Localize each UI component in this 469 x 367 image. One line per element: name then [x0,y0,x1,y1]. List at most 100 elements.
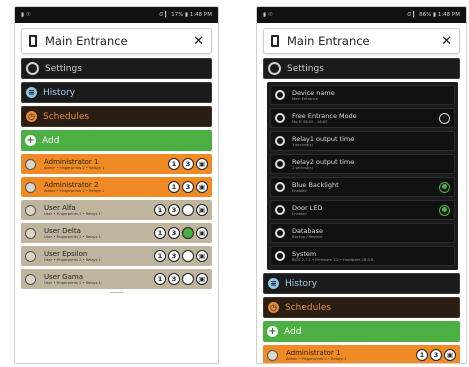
add-label: Add [42,135,60,146]
fingerprint-icon [25,273,36,285]
setting-database[interactable]: Database Backup / Restore [270,223,455,243]
scroll-handle[interactable] [109,292,124,293]
schedule-toggle-icon[interactable] [182,227,194,239]
relay-1-button[interactable]: 1 [154,250,166,262]
door-led-toggle[interactable] [439,204,450,216]
setting-free-entrance-mode[interactable]: Free Entrance Mode Mo-Fr 08:00 - 16:00 [270,108,455,128]
gear-icon [275,182,285,192]
history-icon: ≡ [268,278,279,289]
user-name: User Alfa [44,203,76,212]
history-icon: ≡ [26,87,37,98]
gear-icon [26,62,39,75]
delete-user-icon[interactable]: ▣ [196,181,208,193]
user-name: Administrator 2 [44,180,99,189]
gear-icon [268,62,281,75]
blue-backlight-toggle[interactable] [439,181,450,193]
fingerprint-icon [25,227,36,239]
fingerprint-icon [25,181,36,193]
history-section[interactable]: ≡ History [21,82,212,103]
delete-user-icon[interactable]: ▣ [196,204,208,216]
gear-icon [275,113,285,123]
user-name: User Epsilon [44,249,88,258]
add-label: Add [284,326,302,337]
relay-3-button[interactable]: 3 [168,250,180,262]
clock-icon: ◷ [26,111,37,122]
plus-icon: + [25,135,36,146]
delete-user-icon[interactable]: ▣ [444,349,456,361]
gear-icon [275,205,285,215]
user-row[interactable]: Administrator 1 Admin • Fingerprints 2 • … [21,154,212,174]
settings-label: Settings [287,63,324,74]
relay-1-button[interactable]: 1 [154,204,166,216]
clock-icon: ◷ [268,302,279,313]
close-icon[interactable]: ✕ [441,34,452,49]
user-details: User • Fingerprints 2 • Relays 1 [44,234,101,239]
add-user-button[interactable]: + Add [263,321,460,342]
user-details: User • Fingerprints 2 • Relays 1 [44,280,101,285]
history-section[interactable]: ≡ History [263,273,460,294]
user-row[interactable]: User Alfa User • Fingerprints 2 • Relays … [21,200,212,220]
schedule-toggle-icon[interactable] [182,273,194,285]
user-row[interactable]: User Gama User • Fingerprints 2 • Relays … [21,269,212,289]
relay-1-button[interactable]: 1 [154,227,166,239]
delete-user-icon[interactable]: ▣ [196,250,208,262]
settings-section[interactable]: Settings [263,58,460,79]
setting-relay2-output-time[interactable]: Relay2 output time 1 second(s) [270,154,455,174]
schedules-label: Schedules [43,111,90,122]
setting-value: Enabled [292,188,307,193]
delete-user-icon[interactable]: ▣ [196,227,208,239]
relay-1-button[interactable]: 1 [168,158,180,170]
settings-section[interactable]: Settings [21,58,212,79]
phone-screen-left: ▮ ☉ ⏲ ▎ 17% ▮ 1:48 PM Main Entrance ✕ Se… [14,6,219,364]
user-row[interactable]: User Delta User • Fingerprints 2 • Relays… [21,223,212,243]
schedules-section[interactable]: ◷ Schedules [21,106,212,127]
relay-3-button[interactable]: 3 [168,273,180,285]
schedule-toggle-icon[interactable] [182,250,194,262]
user-row[interactable]: User Epsilon User • Fingerprints 2 • Rela… [21,246,212,266]
page-title: Main Entrance [287,34,370,48]
user-details: Admin • Fingerprints 2 • Relays 1 [44,188,105,193]
free-entrance-toggle[interactable] [439,112,450,124]
setting-label: Database [292,226,324,235]
relay-1-button[interactable]: 1 [416,349,428,361]
user-name: Administrator 1 [44,157,99,166]
status-right: ⏲ ▎ 86% ▮ 1:48 PM [407,12,460,18]
setting-system[interactable]: System BIOS 2.7.1 • Firmware 3.2 • Hardwa… [270,246,455,266]
relay-1-button[interactable]: 1 [154,273,166,285]
status-left: ▮ ☉ [263,12,273,18]
delete-user-icon[interactable]: ▣ [196,158,208,170]
setting-label: Device name [292,88,335,97]
schedules-section[interactable]: ◷ Schedules [263,297,460,318]
setting-label: Blue Backlight [292,180,339,189]
user-details: User • Fingerprints 2 • Relays 1 [44,211,101,216]
status-left: ▮ ☉ [21,12,31,18]
setting-device-name[interactable]: Device name Main Entrance [270,85,455,105]
user-row[interactable]: Administrator 2 Admin • Fingerprints 2 • … [21,177,212,197]
relay-3-button[interactable]: 3 [182,158,194,170]
relay-3-button[interactable]: 3 [168,227,180,239]
user-row[interactable]: Administrator 1 Admin • Fingerprints 2 • … [263,345,460,363]
setting-relay1-output-time[interactable]: Relay1 output time 1 second(s) [270,131,455,151]
setting-label: Relay2 output time [292,157,355,166]
relay-1-button[interactable]: 1 [168,181,180,193]
setting-value: Backup / Restore [292,234,323,239]
gear-icon [275,159,285,169]
phone-screen-right: ▮ ☉ ⏲ ▎ 86% ▮ 1:48 PM Main Entrance ✕ Se… [256,6,467,364]
schedule-toggle-icon[interactable] [182,204,194,216]
setting-value: Mo-Fr 08:00 - 16:00 [292,119,328,124]
setting-door-led[interactable]: Door LED Enabled [270,200,455,220]
setting-label: Door LED [292,203,323,212]
relay-3-button[interactable]: 3 [182,181,194,193]
close-icon[interactable]: ✕ [193,34,204,49]
status-bar: ▮ ☉ ⏲ ▎ 86% ▮ 1:48 PM [257,7,466,23]
setting-blue-backlight[interactable]: Blue Backlight Enabled [270,177,455,197]
relay-3-button[interactable]: 3 [430,349,442,361]
relay-3-button[interactable]: 3 [168,204,180,216]
setting-label: System [292,249,317,258]
delete-user-icon[interactable]: ▣ [196,273,208,285]
user-details: User • Fingerprints 2 • Relays 1 [44,257,101,262]
add-user-button[interactable]: + Add [21,130,212,151]
setting-value: BIOS 2.7.1 • Firmware 3.2 • Hardware 2B … [292,257,374,262]
door-icon [271,35,279,47]
gear-icon [275,90,285,100]
